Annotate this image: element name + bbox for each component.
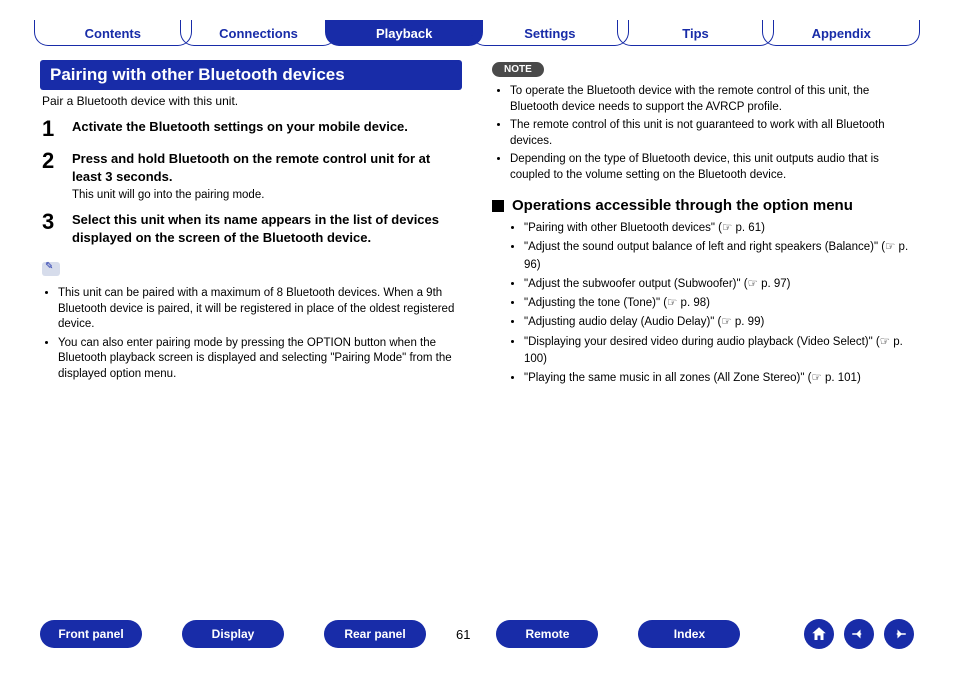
step-title: Select this unit when its name appears i… [72,211,462,246]
prev-page-icon[interactable] [844,619,874,649]
step-number: 1 [42,118,60,140]
footer-link-remote[interactable]: Remote [496,620,598,648]
tab-appendix[interactable]: Appendix [768,20,914,46]
ops-item[interactable]: "Playing the same music in all zones (Al… [524,370,914,387]
ops-list: "Pairing with other Bluetooth devices" (… [492,220,914,387]
left-column: Pairing with other Bluetooth devices Pai… [40,56,462,391]
tab-contents[interactable]: Contents [40,20,186,46]
step-number: 3 [42,211,60,246]
ops-item[interactable]: "Adjusting audio delay (Audio Delay)" (☞… [524,314,914,331]
ops-item[interactable]: "Pairing with other Bluetooth devices" (… [524,220,914,237]
tab-tips[interactable]: Tips [623,20,769,46]
tab-connections[interactable]: Connections [186,20,332,46]
step-3: 3 Select this unit when its name appears… [42,211,462,246]
tip-item: This unit can be paired with a maximum o… [58,286,462,333]
square-bullet-icon [492,200,504,212]
section-header: Pairing with other Bluetooth devices [40,60,462,90]
note-item: The remote control of this unit is not g… [510,118,914,149]
step-subtext: This unit will go into the pairing mode. [72,189,462,201]
step-1: 1 Activate the Bluetooth settings on you… [42,118,462,140]
tip-item: You can also enter pairing mode by press… [58,336,462,383]
note-item: To operate the Bluetooth device with the… [510,84,914,115]
tab-label: Connections [219,26,298,41]
tip-icon [42,262,60,276]
intro-text: Pair a Bluetooth device with this unit. [42,94,462,108]
tab-label: Appendix [812,26,871,41]
note-badge: NOTE [492,62,544,77]
content: Pairing with other Bluetooth devices Pai… [0,56,954,391]
tab-label: Settings [524,26,575,41]
note-item: Depending on the type of Bluetooth devic… [510,152,914,183]
tab-label: Contents [85,26,141,41]
step-title: Press and hold Bluetooth on the remote c… [72,150,462,185]
ops-item[interactable]: "Adjust the subwoofer output (Subwoofer)… [524,276,914,293]
ops-item[interactable]: "Adjust the sound output balance of left… [524,239,914,274]
ops-heading: Operations accessible through the option… [492,197,914,214]
step-title: Activate the Bluetooth settings on your … [72,118,462,136]
footer-link-rear-panel[interactable]: Rear panel [324,620,426,648]
footer-link-front-panel[interactable]: Front panel [40,620,142,648]
ops-item[interactable]: "Adjusting the tone (Tone)" (☞ p. 98) [524,295,914,312]
page-number: 61 [456,627,470,642]
ops-heading-text: Operations accessible through the option… [512,197,853,214]
note-bullets: To operate the Bluetooth device with the… [492,84,914,183]
tab-label: Playback [376,26,432,41]
tip-bullets: This unit can be paired with a maximum o… [40,286,462,382]
footer: Front panel Display Rear panel 61 Remote… [40,619,914,649]
ops-item[interactable]: "Displaying your desired video during au… [524,334,914,369]
right-column: NOTE To operate the Bluetooth device wit… [492,56,914,391]
home-icon[interactable] [804,619,834,649]
step-number: 2 [42,150,60,201]
tab-settings[interactable]: Settings [477,20,623,46]
footer-link-index[interactable]: Index [638,620,740,648]
top-tabs: Contents Connections Playback Settings T… [0,0,954,56]
footer-link-display[interactable]: Display [182,620,284,648]
nav-icons [804,619,914,649]
tab-playback[interactable]: Playback [331,20,477,46]
next-page-icon[interactable] [884,619,914,649]
step-2: 2 Press and hold Bluetooth on the remote… [42,150,462,201]
tab-label: Tips [682,26,709,41]
